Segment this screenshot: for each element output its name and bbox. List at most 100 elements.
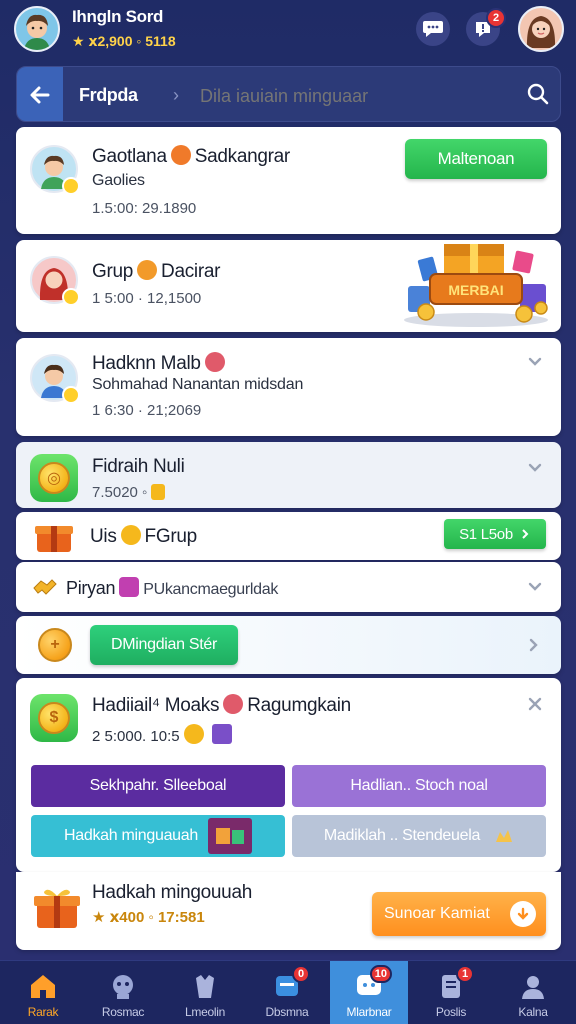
chat-icon[interactable] (416, 12, 450, 46)
nav-item-home[interactable]: Rarak (2, 961, 84, 1024)
search-icon[interactable] (526, 82, 552, 108)
message-icon: 0 (272, 965, 310, 1001)
action-button[interactable]: DMingdian Stér (90, 625, 238, 665)
nav-badge: 0 (292, 965, 310, 983)
notification-badge: 2 (486, 8, 506, 28)
page-title: Frdpda (79, 85, 138, 105)
card-title: Fidraih Nuli (92, 456, 185, 477)
list-item-card-3[interactable]: Hadknn Malb Sohmahad Nanantan midsdan 1 … (16, 338, 561, 436)
document-icon: 1 (436, 965, 474, 1001)
card-meta: 1 6:30 · 21;2069 (92, 402, 202, 419)
nav-item-lmeolin[interactable]: Lmeolin (164, 961, 246, 1024)
close-icon[interactable] (527, 696, 543, 712)
card-meta: 1 5:00 · 12,1500 (92, 290, 202, 307)
nav-badge: 10 (369, 965, 392, 983)
nav-item-rosmac[interactable]: Rosmac (82, 961, 164, 1024)
promo-label: MERBAI (448, 282, 503, 298)
claim-reward-button[interactable]: Sunoar Kamiat (372, 892, 546, 936)
option-button-3[interactable]: Hadkah minguauah (31, 815, 285, 857)
medal-icon (137, 260, 158, 280)
gift-icon (32, 884, 82, 932)
nav-item-mlarbnar[interactable]: 10 Mlarbnar (330, 961, 408, 1024)
coin-icon (120, 525, 141, 545)
nav-label: Kalna (518, 1005, 548, 1019)
list-item-card-6[interactable]: Piryan PUkancmaegurldak (16, 562, 561, 612)
card-title: Hadiiail⁴ Moaks Ragumgkain (92, 694, 351, 716)
coin-icon: $ (38, 702, 70, 734)
chevron-right-icon[interactable] (526, 637, 542, 653)
option-button-2[interactable]: Hadlian.. Stoch noal (292, 765, 546, 807)
primary-action-button[interactable]: Maltenoan (405, 139, 547, 179)
home-icon (28, 971, 58, 1001)
card-meta: 2 5:000. 10:5 (92, 724, 236, 745)
handshake-icon (32, 576, 58, 598)
trophy-icon (494, 826, 514, 846)
nav-item-poslis[interactable]: 1 Poslis (410, 961, 492, 1024)
avatar (30, 256, 80, 306)
tag-icon (119, 577, 140, 597)
card-meta: ★ ⅹ400 ◦ 17:581 (92, 909, 205, 926)
search-input[interactable] (200, 84, 520, 108)
search-header: Frdpda › (16, 66, 561, 122)
nav-label: Rosmac (101, 1005, 145, 1019)
claim-button[interactable]: S1 L5ob (444, 519, 546, 549)
nav-label: Lmeolin (185, 1005, 225, 1019)
robot-icon (108, 971, 138, 1001)
chevron-down-icon[interactable] (527, 460, 543, 476)
card-subtitle: Sohmahad Nanantan midsdan (92, 376, 304, 393)
chevron-right-icon (522, 529, 529, 539)
back-button[interactable] (17, 67, 63, 121)
app-tile-icon: ◎ (30, 454, 78, 502)
badge-icon (223, 694, 244, 714)
friend-avatar[interactable] (518, 6, 564, 52)
nav-label: Dbsmna (265, 1005, 309, 1019)
list-item-card-1[interactable]: Gaotlana Sadkangrar Gaolies 1.5:00: 29.18… (16, 127, 561, 234)
coin-badge-icon (62, 386, 80, 404)
medal-icon (170, 145, 191, 165)
treasure-chest-promo-image[interactable]: MERBAI (396, 234, 556, 330)
option-button-4[interactable]: Madiklah .. Stendeuela (292, 815, 546, 857)
notification-bell-icon[interactable]: 2 (466, 8, 506, 46)
arrow-down-icon (510, 901, 536, 927)
nav-item-kalna[interactable]: Kalna (492, 961, 574, 1024)
gem-icon (211, 724, 232, 744)
option-button-1[interactable]: Sekhpahr. Slleeboal (31, 765, 285, 807)
coin-icon: + (38, 628, 72, 662)
nav-label: Mlarbnar (346, 1005, 392, 1019)
nav-label: Poslis (435, 1005, 467, 1019)
profile-icon (518, 971, 548, 1001)
chevron-down-icon[interactable] (527, 579, 543, 595)
list-item-card-5[interactable]: Uis FGrup S1 L5ob (16, 512, 561, 560)
title-separator: › (173, 85, 179, 105)
list-item-card-7[interactable]: + DMingdian Stér (16, 616, 561, 674)
gift-box-icon (207, 818, 252, 854)
chevron-down-icon[interactable] (527, 354, 543, 370)
list-item-card-8[interactable]: $ Hadiiail⁴ Moaks Ragumgkain 2 5:000. 10:… (16, 678, 561, 872)
user-avatar[interactable] (14, 6, 60, 52)
card-title: Hadknn Malb (92, 352, 229, 375)
shopping-bag-icon (190, 971, 220, 1001)
list-item-card-2[interactable]: Grup Dacirar 1 5:00 · 12,1500 MERBAI (16, 240, 561, 332)
card-meta: 7.5020 ◦ (92, 484, 169, 501)
bottom-navigation: Rarak Rosmac Lmeolin 0 Dbsmna 10 Mlarbna… (0, 960, 576, 1024)
chat-bubble-icon: 10 (354, 965, 392, 1001)
list-item-card-9[interactable]: Hadkah mingouuah ★ ⅹ400 ◦ 17:581 Sunoar … (16, 872, 561, 950)
coin-stack-icon (151, 484, 166, 500)
card-title: Uis FGrup (90, 525, 197, 547)
coin-badge-icon (62, 288, 80, 306)
coin-badge-icon (62, 177, 80, 195)
gift-icon (34, 518, 74, 554)
card-subtitle: Gaolies (92, 172, 145, 189)
card-title: Gaotlana Sadkangrar (92, 145, 290, 167)
nav-label: Rarak (27, 1005, 59, 1019)
nav-badge: 1 (456, 965, 474, 983)
card-title: Piryan PUkancmaegurldak (66, 577, 279, 598)
coin-icon (183, 724, 204, 744)
nav-item-dbsmna[interactable]: 0 Dbsmna (246, 961, 328, 1024)
card-title: Hadkah mingouuah (92, 882, 252, 903)
list-item-card-4[interactable]: ◎ Fidraih Nuli 7.5020 ◦ (16, 442, 561, 508)
user-stats: ★ ⅹ2,900 ◦ 5118 (72, 33, 176, 49)
coin-icon: ◎ (38, 462, 70, 494)
top-bar: Ihngln Sord ★ ⅹ2,900 ◦ 5118 2 (0, 0, 576, 58)
card-title: Grup Dacirar (92, 260, 221, 282)
